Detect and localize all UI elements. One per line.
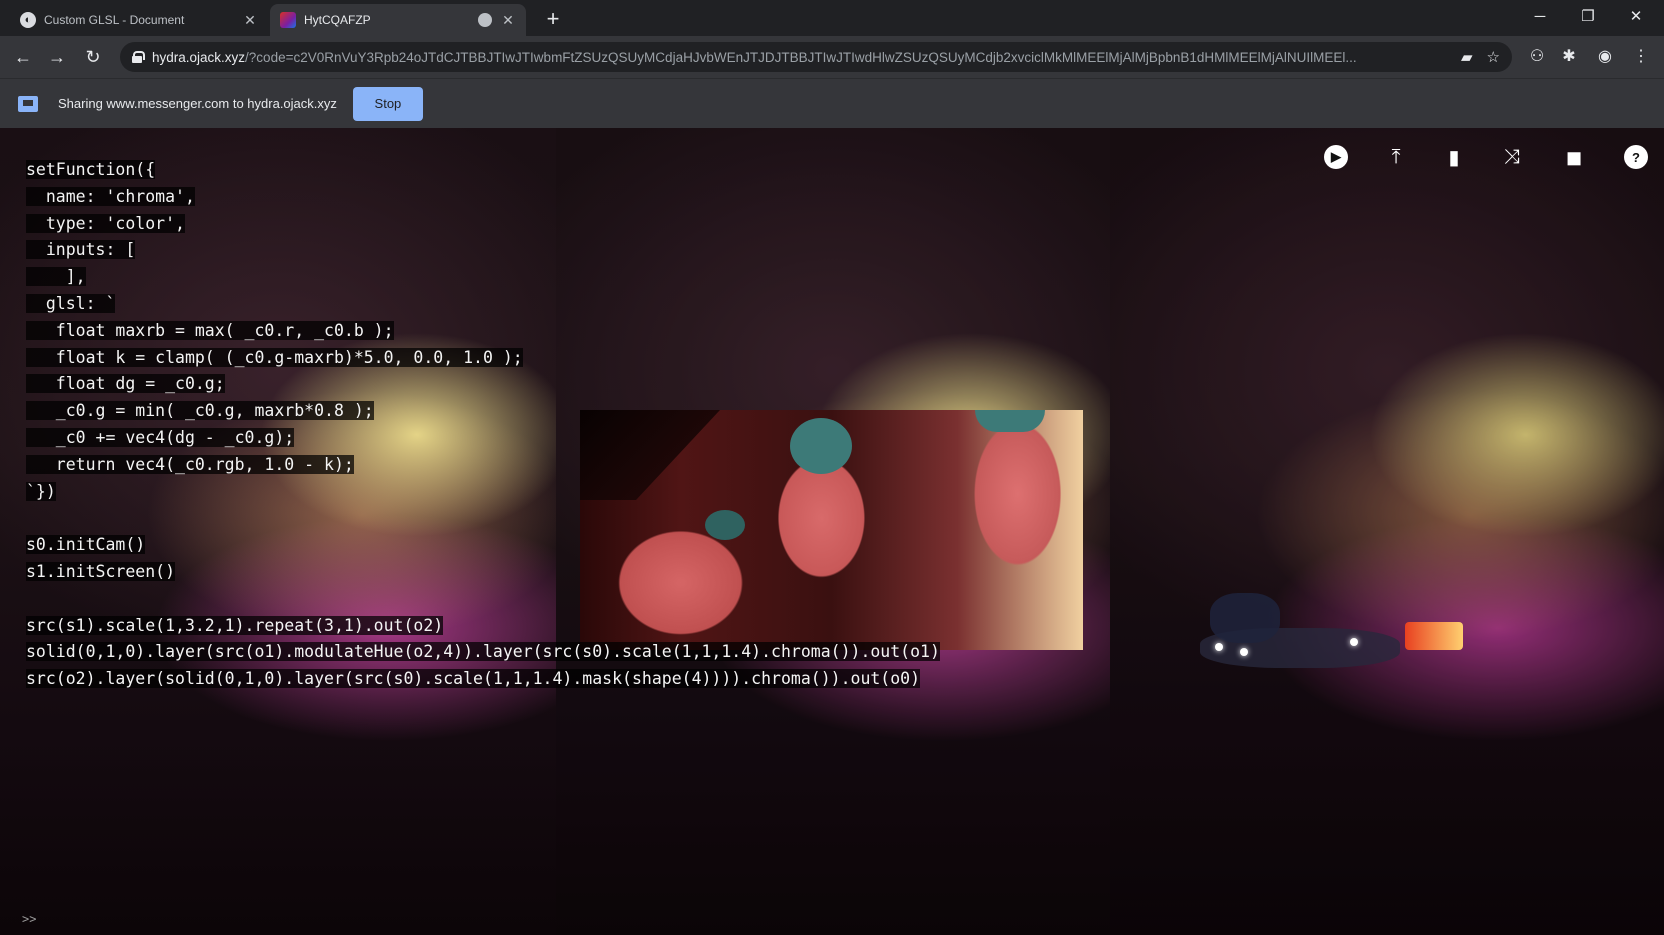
trash-icon[interactable]: ▮ (1440, 143, 1468, 171)
globe-icon: ◐ (20, 12, 36, 28)
screen-capture-blob (1210, 593, 1280, 643)
code-line-text: _c0 += vec4(dg - _c0.g); (26, 427, 295, 447)
code-line[interactable]: float maxrb = max( _c0.r, _c0.b ); (26, 318, 940, 345)
code-line-text: src(s1).scale(1,3.2,1).repeat(3,1).out(o… (26, 615, 444, 635)
browser-tab-strip: ◐ Custom GLSL - Document ✕ HytCQAFZP ✕ +… (0, 0, 1664, 36)
restore-button[interactable]: ❐ (1566, 4, 1610, 30)
tab-hydra[interactable]: HytCQAFZP ✕ (270, 4, 526, 36)
shuffle-icon[interactable]: ⤨ (1498, 143, 1526, 171)
url-path: /?code=c2V0RnVuY3Rpb24oJTdCJTBBJTIwJTIwb… (245, 49, 1357, 65)
output-panel-right (1110, 128, 1664, 935)
lock-icon[interactable] (132, 51, 145, 63)
tab-custom-glsl[interactable]: ◐ Custom GLSL - Document ✕ (10, 4, 268, 36)
code-line[interactable]: glsl: ` (26, 291, 940, 318)
close-tab-icon[interactable]: ✕ (500, 12, 516, 29)
code-line-text: s0.initCam() (26, 535, 146, 555)
address-bar[interactable]: hydra.ojack.xyz /?code=c2V0RnVuY3Rpb24oJ… (120, 42, 1512, 72)
new-tab-button[interactable]: + (540, 6, 566, 32)
code-line-text: ], (26, 267, 86, 287)
screen-sharing-bar: Sharing www.messenger.com to hydra.ojack… (0, 78, 1664, 128)
tab-title: Custom GLSL - Document (44, 13, 185, 27)
back-arrow-icon[interactable]: ← (10, 44, 36, 70)
code-line[interactable] (26, 505, 940, 532)
code-line-text: name: 'chroma', (26, 186, 195, 206)
gallery-icon[interactable]: ◼ (1560, 143, 1588, 171)
hydra-favicon-icon (280, 12, 296, 28)
code-line-text: float maxrb = max( _c0.r, _c0.b ); (26, 320, 394, 340)
star-icon[interactable]: ☆ (1487, 48, 1500, 66)
extension-badge-icon[interactable]: ⚇ (1524, 44, 1550, 70)
code-line-text: return vec4(_c0.rgb, 1.0 - k); (26, 454, 354, 474)
light-spot (1215, 643, 1223, 651)
code-editor[interactable]: setFunction({ name: 'chroma', type: 'col… (26, 157, 940, 693)
tab-title: HytCQAFZP (304, 13, 371, 27)
browser-toolbar: ← → ↻ hydra.ojack.xyz /?code=c2V0RnVuY3R… (0, 36, 1664, 78)
code-line[interactable]: setFunction({ (26, 157, 940, 184)
run-icon[interactable]: ▶ (1322, 143, 1350, 171)
close-tab-icon[interactable]: ✕ (242, 12, 258, 29)
screen-share-icon (18, 95, 38, 112)
code-line[interactable]: _c0 += vec4(dg - _c0.g); (26, 425, 940, 452)
code-line[interactable]: float dg = _c0.g; (26, 371, 940, 398)
code-line[interactable]: solid(0,1,0).layer(src(o1).modulateHue(o… (26, 639, 940, 666)
code-line[interactable]: src(s1).scale(1,3.2,1).repeat(3,1).out(o… (26, 613, 940, 640)
sharing-message: Sharing www.messenger.com to hydra.ojack… (58, 96, 337, 111)
puzzle-icon[interactable]: ✱ (1556, 44, 1582, 70)
code-line-text: setFunction({ (26, 160, 156, 179)
code-line-text: type: 'color', (26, 213, 185, 233)
code-line[interactable]: src(o2).layer(solid(0,1,0).layer(src(s0)… (26, 666, 940, 693)
code-line[interactable]: s1.initScreen() (26, 559, 940, 586)
code-line[interactable] (26, 586, 940, 613)
code-line[interactable]: inputs: [ (26, 237, 940, 264)
menu-icon[interactable]: ⋮ (1628, 44, 1654, 70)
code-line[interactable]: s0.initCam() (26, 532, 940, 559)
code-line-text: float dg = _c0.g; (26, 374, 225, 394)
code-line[interactable]: name: 'chroma', (26, 184, 940, 211)
forward-arrow-icon[interactable]: → (44, 44, 70, 70)
light-spot (1350, 638, 1358, 646)
code-line[interactable]: `}) (26, 479, 940, 506)
code-line[interactable]: ], (26, 264, 940, 291)
code-line-text: s1.initScreen() (26, 561, 176, 581)
upload-icon[interactable]: ⤒ (1382, 143, 1410, 171)
stop-sharing-button[interactable]: Stop (352, 86, 423, 121)
code-line-text: glsl: ` (26, 293, 116, 313)
console-prompt: >> (22, 912, 37, 926)
cast-icon[interactable]: ▰ (1461, 48, 1473, 66)
code-line[interactable]: _c0.g = min( _c0.g, maxrb*0.8 ); (26, 398, 940, 425)
recording-indicator-icon (478, 13, 492, 27)
code-line[interactable]: return vec4(_c0.rgb, 1.0 - k); (26, 452, 940, 479)
code-line-text: inputs: [ (26, 240, 136, 260)
code-line[interactable]: float k = clamp( (_c0.g-maxrb)*5.0, 0.0,… (26, 345, 940, 372)
help-icon[interactable]: ? (1622, 143, 1650, 171)
code-line-text: `}) (26, 481, 56, 501)
reload-icon[interactable]: ↻ (80, 44, 106, 70)
code-line-text: _c0.g = min( _c0.g, maxrb*0.8 ); (26, 401, 374, 421)
url-host: hydra.ojack.xyz (152, 49, 246, 65)
light-spot (1240, 648, 1248, 656)
screen-capture-blob (1405, 622, 1463, 650)
code-line-text: src(o2).layer(solid(0,1,0).layer(src(s0)… (26, 669, 921, 689)
close-window-button[interactable]: ✕ (1614, 4, 1658, 30)
code-line-text: solid(0,1,0).layer(src(o1).modulateHue(o… (26, 642, 940, 662)
profile-icon[interactable]: ◉ (1592, 44, 1618, 70)
code-line-text: float k = clamp( (_c0.g-maxrb)*5.0, 0.0,… (26, 347, 523, 367)
minimize-button[interactable]: ─ (1518, 4, 1562, 30)
code-line[interactable]: type: 'color', (26, 211, 940, 238)
